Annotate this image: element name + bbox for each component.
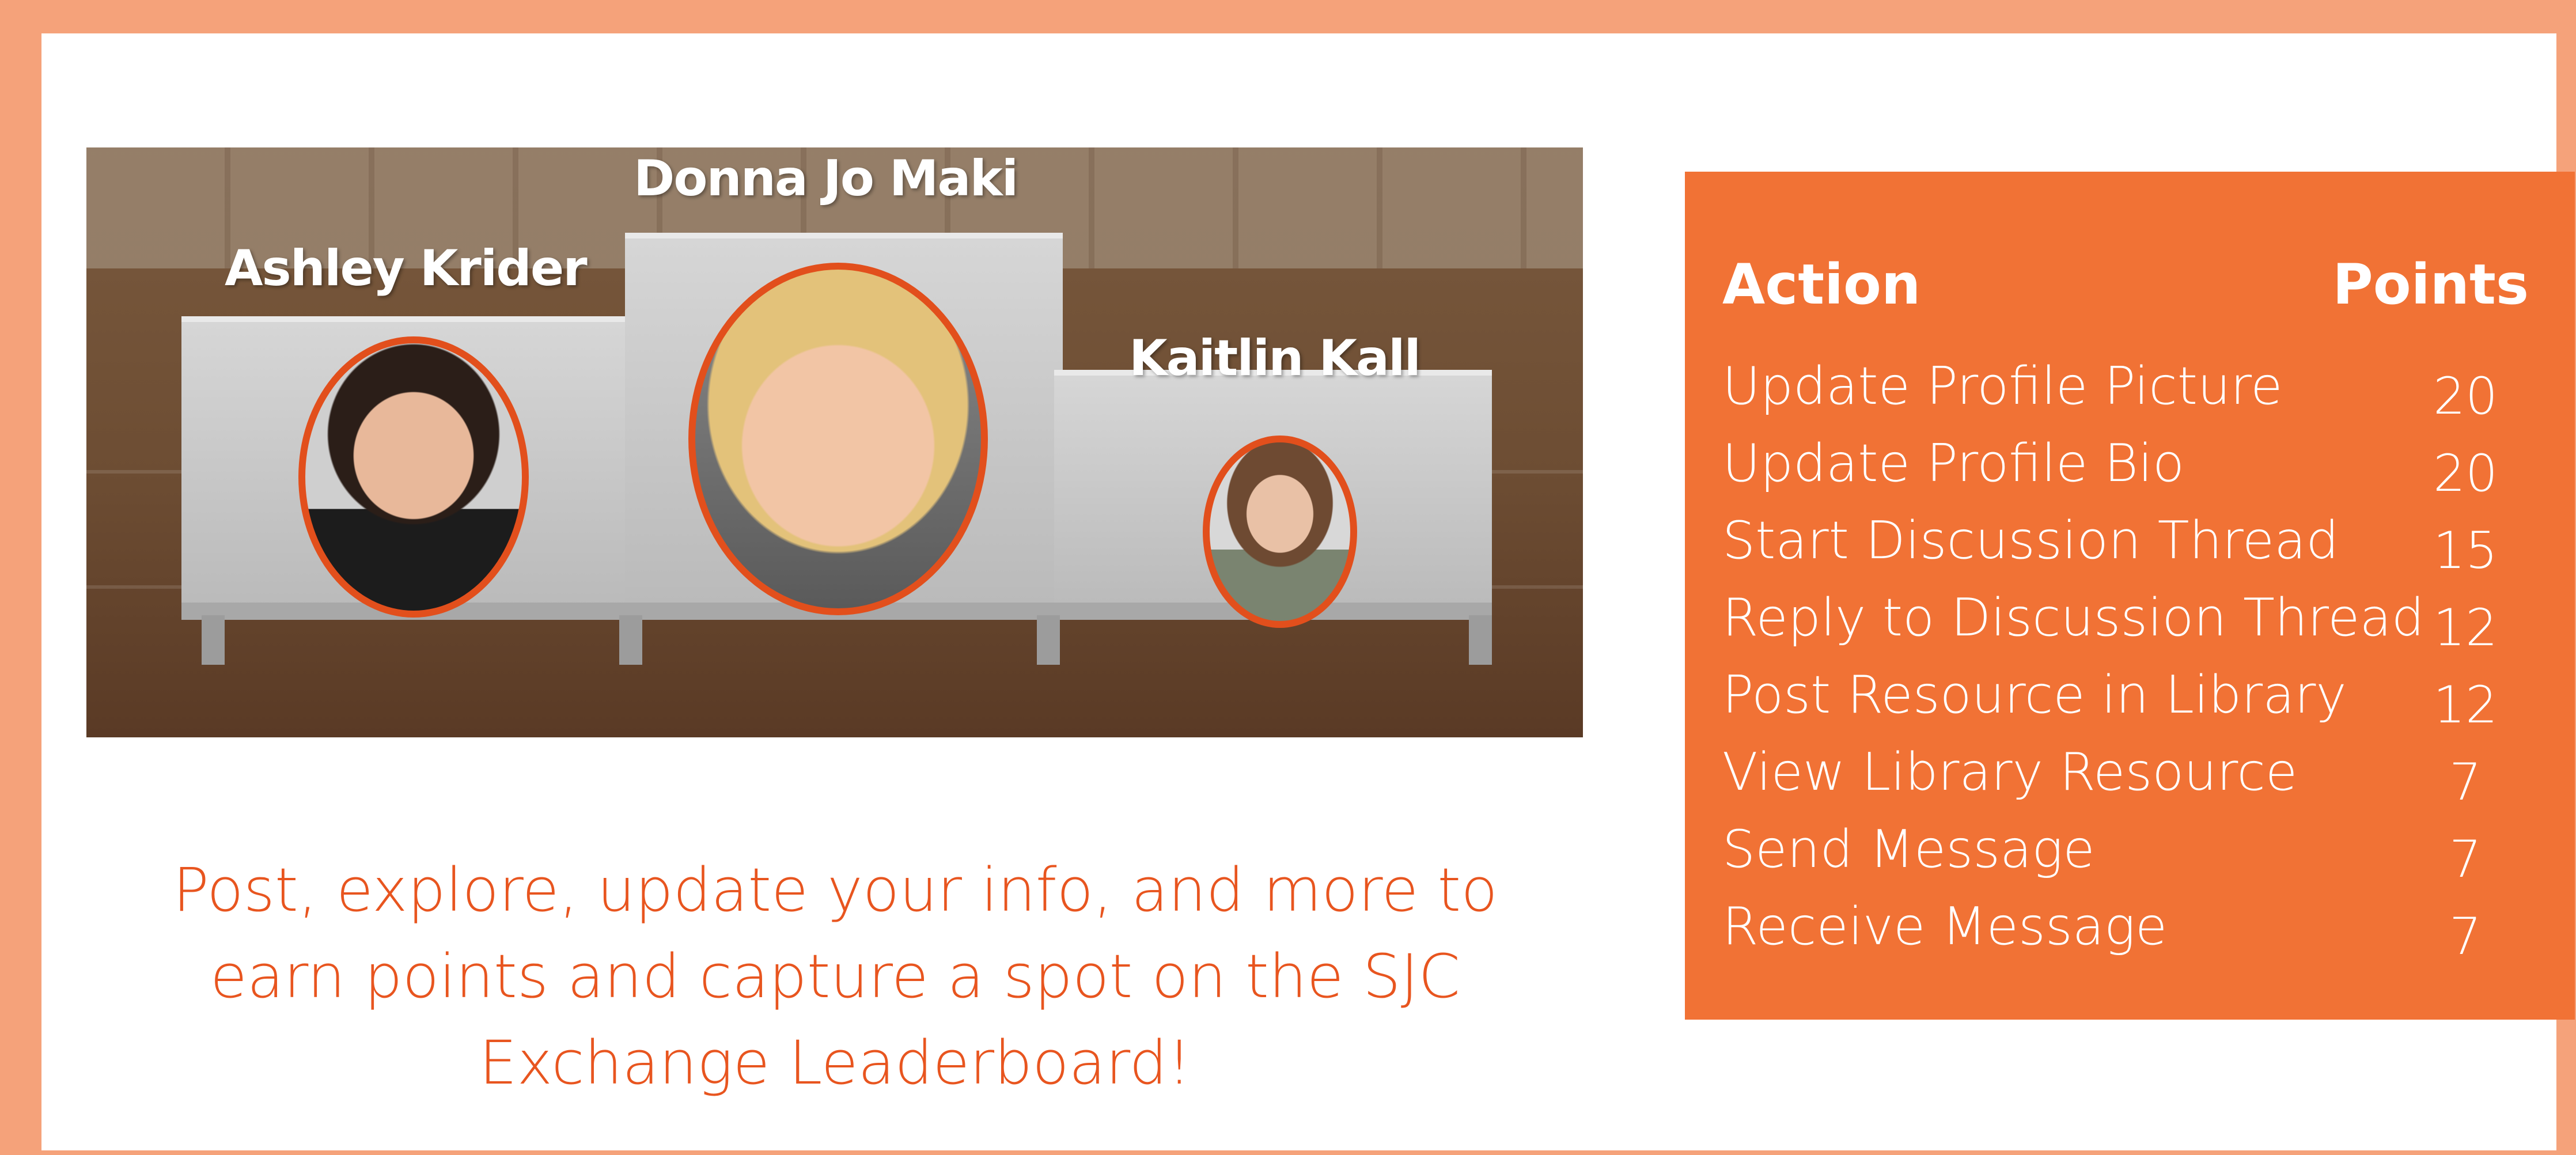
podium-name-ashley: Ashley Krider [225,240,588,297]
row-action: Reply to Discussion Thread [1722,588,2425,648]
avatar-kaitlin [1203,436,1357,628]
row-action: View Library Resource [1722,742,2298,802]
row-action: Send Message [1722,819,2095,880]
points-table-header: Action Points [1685,252,2575,333]
points-table-rows: Update Profile Picture 20 Update Profile… [1685,356,2575,974]
header-action: Action [1722,252,1921,317]
table-row: Start Discussion Thread 15 [1685,510,2575,588]
podium-name-kaitlin: Kaitlin Kall [1129,330,1421,387]
row-points: 12 [2433,675,2498,734]
row-points: 7 [2449,830,2482,889]
avatar-donna [688,263,988,615]
table-row: Reply to Discussion Thread 12 [1685,588,2575,665]
row-action: Update Profile Picture [1722,356,2283,416]
row-points: 12 [2433,598,2498,657]
table-row: View Library Resource 7 [1685,742,2575,819]
podium-leg [1037,615,1060,665]
podium-leg [619,615,642,665]
table-row: Receive Message 7 [1685,896,2575,974]
podium-name-donna: Donna Jo Maki [634,150,1018,207]
table-row: Post Resource in Library 12 [1685,665,2575,742]
table-row: Send Message 7 [1685,819,2575,896]
podium-leg [1469,615,1492,665]
row-points: 20 [2433,366,2498,426]
row-action: Start Discussion Thread [1722,510,2339,571]
row-action: Receive Message [1722,896,2168,957]
table-row: Update Profile Picture 20 [1685,356,2575,433]
row-points: 7 [2449,907,2482,966]
row-action: Update Profile Bio [1722,433,2185,494]
tagline: Post, explore, update your info, and mor… [173,855,1498,1098]
podium-leg [202,615,225,665]
row-points: 15 [2433,521,2498,580]
row-action: Post Resource in Library [1722,665,2347,725]
podium-photo: Ashley Krider Donna Jo Maki Kaitlin Kall [86,147,1583,737]
header-points: Points [2332,252,2529,317]
points-table: Action Points Update Profile Picture 20 … [1685,172,2575,1020]
table-row: Update Profile Bio 20 [1685,433,2575,510]
row-points: 20 [2433,444,2498,503]
avatar-ashley [298,336,529,618]
row-points: 7 [2449,752,2482,812]
